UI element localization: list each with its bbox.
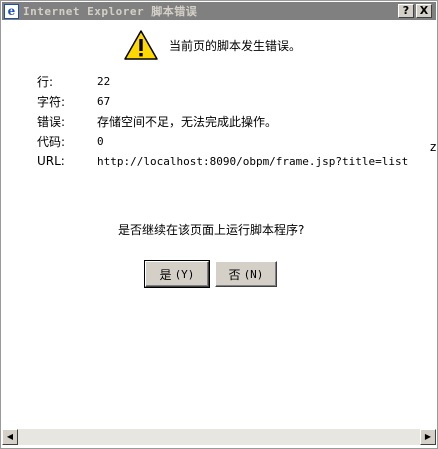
detail-row-url: URL: http://localhost:8090/obpm/frame.js… [37,151,408,171]
script-error-dialog: e Internet Explorer 脚本错误 ? X 当前页的脚本发生错误。… [0,0,438,449]
char-value: 67 [97,94,111,108]
error-message: 当前页的脚本发生错误。 [169,38,302,53]
no-accelerator: (N) [243,267,264,281]
error-value: 存储空间不足，无法完成此操作。 [97,114,278,129]
error-details: 行: 22 字符: 67 错误: 存储空间不足，无法完成此操作。 代码: 0 U… [37,71,408,171]
no-label: 否 [228,267,241,282]
code-label: 代码: [37,134,66,149]
detail-row-error: 错误: 存储空间不足，无法完成此操作。 [37,111,408,131]
warning-icon [124,30,158,60]
continue-question: 是否继续在该页面上运行脚本程序? [118,223,305,237]
detail-row-line: 行: 22 [37,71,408,91]
scroll-left-icon[interactable]: ◀ [2,429,18,445]
code-value: 0 [97,134,104,148]
url-value: http://localhost:8090/obpm/frame.jsp?tit… [97,154,409,168]
url-label: URL: [37,154,65,168]
help-button[interactable]: ? [398,4,414,18]
stray-character: z [430,140,437,154]
close-button[interactable]: X [416,4,432,18]
ie-icon: e [4,3,19,19]
horizontal-scrollbar[interactable]: ◀ ▶ [2,429,436,445]
line-value: 22 [97,74,111,88]
line-label: 行: [37,74,54,89]
window-title: Internet Explorer 脚本错误 [23,5,198,18]
title-bar: e Internet Explorer 脚本错误 ? X [2,2,436,20]
no-button[interactable]: 否 (N) [215,261,277,287]
error-label: 错误: [37,114,66,129]
detail-row-code: 代码: 0 [37,131,408,151]
detail-row-char: 字符: 67 [37,91,408,111]
yes-button[interactable]: 是 (Y) [144,260,210,288]
char-label: 字符: [37,94,66,109]
yes-accelerator: (Y) [174,267,195,281]
yes-label: 是 [159,267,172,282]
error-header: 当前页的脚本发生错误。 [123,29,301,61]
scroll-right-icon[interactable]: ▶ [420,429,436,445]
